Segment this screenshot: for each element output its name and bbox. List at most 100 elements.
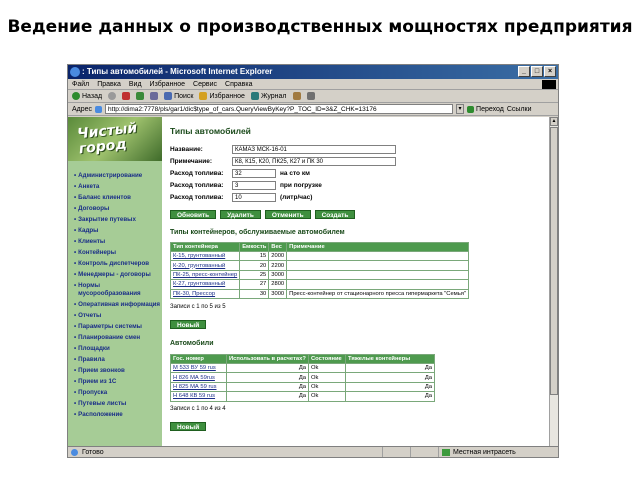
maximize-button[interactable]: □ [531,66,543,77]
search-button[interactable]: Поиск [164,90,193,103]
menu-help[interactable]: Справка [225,79,252,89]
window-titlebar: : Типы автомобилей - Microsoft Internet … [68,65,558,79]
table-cell: 27 [239,279,270,290]
sidebar-item-label: Администрирование [78,172,143,179]
col-use-in-calc: Использовать в расчетах? [226,354,309,364]
bullet-icon: • [74,227,77,234]
menu-tools[interactable]: Сервис [193,79,217,89]
history-button[interactable]: Журнал [250,90,287,103]
sidebar-item-label: Анкета [78,183,100,190]
bullet-icon: • [74,260,77,267]
sidebar-item[interactable]: • Планирование смен [74,333,162,344]
sidebar-item[interactable]: • Кадры [74,226,162,237]
sidebar-item[interactable]: • Администрирование [74,171,162,182]
car-plate-link[interactable]: Н 826 МА 59rus [170,372,227,383]
sidebar-item-label: Планирование смен [78,334,141,341]
table-cell: Да [345,362,435,374]
table-cell: Пресс-контейнер от стационарного пресса … [286,288,469,299]
sidebar-item[interactable]: • Прием звонков [74,366,162,377]
url-input[interactable]: http://dima2:7778/pls/gar1/dic$type_of_c… [105,104,454,114]
note-input[interactable]: К8, К15, К20, ПК25, К27 и ПК 30 [232,157,396,166]
sidebar-item-label: Закрытие путевых [78,216,136,223]
container-type-link[interactable]: К-27, грунтованный [169,279,241,290]
bullet-icon: • [74,334,77,341]
car-plate-link[interactable]: Н 648 КВ 59 rus [170,391,227,402]
scroll-up-arrow-icon[interactable]: ▲ [550,117,558,126]
mail-button[interactable] [292,92,301,100]
page-viewport: Чистый город • Администрирование • Анкета • Б… [68,117,550,447]
window-title: : Типы автомобилей - Microsoft Internet … [82,67,273,76]
sidebar-item[interactable]: • Контейнеры [74,248,162,259]
refresh-button[interactable] [136,92,145,100]
new-car-button[interactable]: Новый [170,422,207,431]
new-container-button[interactable]: Новый [170,320,207,329]
menu-view[interactable]: Вид [129,79,142,89]
sidebar-item[interactable]: • Нормы мусорообразования [74,281,162,300]
sidebar-item[interactable]: • Пропуска [74,388,162,399]
fuel-input-2[interactable]: 3 [232,181,276,190]
scroll-thumb[interactable] [550,127,558,395]
sidebar-item[interactable]: • Отчеты [74,311,162,322]
container-type-link[interactable]: К-20, грунтованный [169,260,241,271]
forward-button[interactable] [108,92,117,100]
fuel-row-2: Расход топлива: 3 при погрузке [170,181,322,190]
update-button[interactable]: Обновить [170,210,217,219]
sidebar-item[interactable]: • Параметры системы [74,322,162,333]
minimize-button[interactable]: _ [518,66,530,77]
print-button[interactable] [306,92,315,100]
table-cell: 2000 [268,250,288,262]
sidebar-item[interactable]: • Менеджеры - договоры [74,270,162,281]
back-button[interactable]: Назад [72,90,102,103]
car-plate-link[interactable]: Н 825 МА 59 rus [170,381,227,393]
fuel-input-3[interactable]: 10 [232,193,276,202]
bullet-icon: • [74,271,77,278]
sidebar-item[interactable]: • Путевые листы [74,399,162,410]
sidebar-item-label: Путевые листы [78,400,127,407]
sidebar-item-label: Правила [78,356,105,363]
menu-file[interactable]: Файл [72,79,89,89]
create-button[interactable]: Создать [314,210,356,219]
app-logo: Чистый город [68,117,162,161]
cars-heading: Автомобили [170,340,214,347]
container-type-link[interactable]: ПК-25, пресс-контейнер [169,269,241,281]
containers-actions: Новый [170,320,207,329]
home-button[interactable] [150,92,159,100]
menu-favorites[interactable]: Избранное [150,79,185,89]
close-button[interactable]: × [544,66,556,77]
vertical-scrollbar[interactable]: ▲ [549,117,558,447]
url-dropdown-button[interactable]: ▾ [456,104,465,114]
favorites-button[interactable]: Избранное [199,90,245,103]
cancel-button[interactable]: Отменить [264,210,311,219]
links-button[interactable]: Ссылки [507,103,532,116]
container-type-link[interactable]: ПК-30, Прессор [169,288,241,299]
table-cell: 3000 [268,288,288,299]
col-plate: Гос. номер [170,354,227,364]
name-label: Название: [170,146,203,153]
sidebar-item[interactable]: • Расположение [74,410,162,421]
sidebar-item[interactable]: • Оперативная информация [74,300,162,311]
sidebar-item[interactable]: • Контроль диспетчеров [74,259,162,270]
sidebar-item[interactable]: • Правила [74,355,162,366]
sidebar-item[interactable]: • Баланс клиентов [74,193,162,204]
sidebar-item[interactable]: • Договоры [74,204,162,215]
sidebar-item[interactable]: • Клиенты [74,237,162,248]
go-button[interactable]: Переход [467,103,504,116]
sidebar-item-label: Оперативная информация [78,301,161,308]
delete-button[interactable]: Удалить [220,210,261,219]
bullet-icon: • [74,389,77,396]
sidebar-item[interactable]: • Площадки [74,344,162,355]
table-cell: 2200 [268,260,288,271]
stop-button[interactable] [122,92,131,100]
menu-edit[interactable]: Правка [97,79,121,89]
fuel-row-1: Расход топлива: 32 на сто км [170,169,310,178]
container-type-link[interactable]: К-15, грунтованный [169,250,241,262]
table-cell: 3000 [268,269,288,281]
table-cell: 20 [239,260,270,271]
fuel-input-1[interactable]: 32 [232,169,276,178]
car-plate-link[interactable]: М 533 ВУ 59 rus [170,362,227,374]
sidebar-item[interactable]: • Анкета [74,182,162,193]
bullet-icon: • [74,411,77,418]
sidebar-item[interactable]: • Закрытие путевых [74,215,162,226]
sidebar-item[interactable]: • Прием из 1С [74,377,162,388]
name-input[interactable]: КАМАЗ МСК-16-01 [232,145,396,154]
